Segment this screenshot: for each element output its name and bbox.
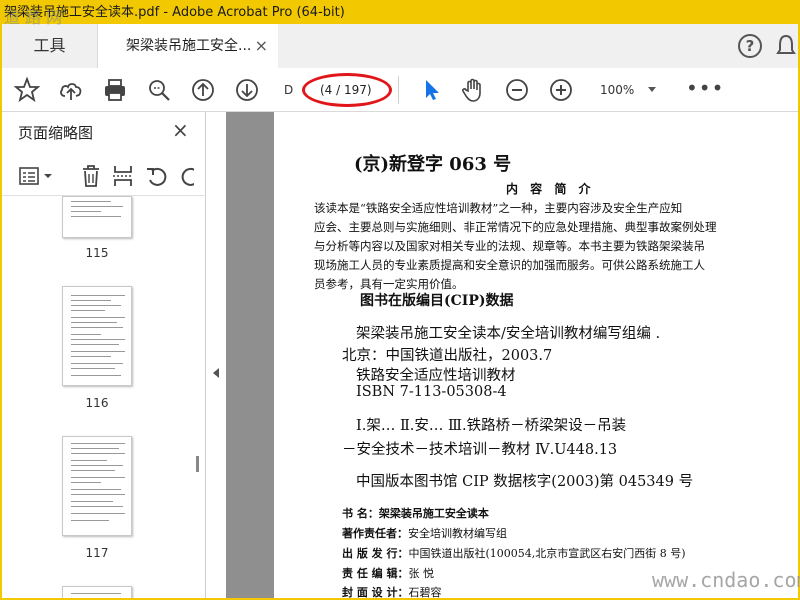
cip-line: 架梁装吊施工安全读本/安全培训教材编写组编 .	[356, 326, 661, 342]
more-tools-button[interactable]: •••	[686, 76, 724, 100]
doc-heading: (京)新登字 063 号	[354, 154, 512, 175]
insert-page-icon[interactable]	[110, 163, 136, 189]
cip-line: Ⅰ.架… Ⅱ.安… Ⅲ.铁路桥－桥梁架设－吊装	[356, 418, 627, 434]
summary-line: 现场施工人员的专业素质提高和安全意识的加强而服务。可供公路系统施工人	[314, 258, 705, 272]
acrobat-window: 架梁装吊施工安全读本.pdf - Adobe Acrobat Pro (64-b…	[0, 0, 800, 600]
cip-line: ISBN 7-113-05308-4	[356, 384, 507, 400]
cip-line: －安全技术－技术培训－教材 Ⅳ.U448.13	[342, 442, 618, 458]
page-thumbnail-118[interactable]	[62, 586, 132, 598]
thumbnail-label: 117	[85, 546, 109, 560]
cip-line: 铁路安全适应性培训教材	[356, 368, 516, 384]
cip-title: 图书在版编目(CIP)数据	[360, 293, 514, 309]
document-viewer[interactable]: (京)新登字 063 号 内 容 简 介 该读本是“铁路安全适应性培训教材”之一…	[226, 112, 798, 599]
watermark-bottom: www.cndao.com	[652, 568, 800, 592]
close-tab-icon[interactable]: ×	[255, 24, 268, 68]
redo-icon[interactable]	[178, 163, 194, 189]
title-bar: 架梁装吊施工安全读本.pdf - Adobe Acrobat Pro (64-b…	[2, 2, 798, 24]
tab-row: 工具 架梁装吊施工安全... × ?	[2, 24, 798, 69]
red-highlight-ellipse	[302, 73, 392, 107]
thumbnail-options-icon[interactable]	[18, 163, 56, 189]
thumbnail-panel: 页面缩略图 × 115 116 117	[2, 112, 206, 598]
panel-toolbar	[2, 156, 206, 196]
cloud-upload-icon[interactable]	[58, 77, 84, 103]
pdf-page: (京)新登字 063 号 内 容 简 介 该读本是“铁路安全适应性培训教材”之一…	[274, 112, 798, 599]
page-thumbnail-115[interactable]	[62, 196, 132, 238]
tab-document[interactable]: 架梁装吊施工安全... ×	[98, 24, 278, 69]
cursor-arrow-icon[interactable]	[418, 77, 444, 103]
zoom-level-select[interactable]: 100%	[600, 79, 634, 101]
main-toolbar: D (4 / 197) 100% •••	[2, 68, 798, 112]
zoom-in-icon[interactable]	[548, 77, 574, 103]
thumbnail-scrollbar[interactable]	[192, 196, 204, 598]
doc-subheading: 内 容 简 介	[506, 182, 595, 196]
meta-row: 书 名：架梁装吊施工安全读本	[342, 507, 489, 520]
cip-line: 中国版本图书馆 CIP 数据核字(2003)第 045349 号	[356, 474, 694, 490]
thumbnail-list: 115 116 117	[2, 196, 192, 598]
page-number-input[interactable]: D	[284, 79, 304, 101]
thumbnail-label: 115	[85, 246, 109, 260]
toolbar-divider	[398, 76, 399, 104]
page-thumbnail-117[interactable]	[62, 436, 132, 536]
help-icon[interactable]: ?	[738, 34, 762, 58]
hand-icon[interactable]	[460, 77, 486, 103]
tab-tools[interactable]: 工具	[2, 24, 98, 68]
tab-row-empty	[278, 24, 798, 68]
bell-icon[interactable]	[776, 34, 796, 58]
panel-title: 页面缩略图	[18, 124, 94, 142]
meta-row: 著作责任者：安全培训教材编写组	[342, 527, 507, 540]
chevron-left-icon[interactable]	[213, 368, 219, 378]
zoom-out-icon[interactable]	[504, 77, 530, 103]
arrow-up-circle-icon[interactable]	[190, 77, 216, 103]
meta-row: 出 版 发 行：中国铁道出版社(100054,北京市宣武区右安门西街 8 号)	[342, 547, 686, 560]
star-icon[interactable]	[13, 76, 41, 103]
summary-line: 与分析等内容以及国家对相关专业的法规、规章等。本书主要为铁路架梁装吊	[314, 239, 705, 253]
tab-document-label: 架梁装吊施工安全...	[126, 38, 252, 54]
meta-row: 责 任 编 辑：张 悦	[342, 567, 434, 580]
page-thumbnail-116[interactable]	[62, 286, 132, 386]
cip-line: 北京：中国铁道出版社，2003.7	[342, 348, 553, 364]
summary-line: 该读本是“铁路安全适应性培训教材”之一种，主要内容涉及安全生产应知	[314, 201, 683, 215]
panel-collapse-handle[interactable]	[206, 112, 226, 598]
trash-icon[interactable]	[78, 163, 104, 189]
scroll-thumb[interactable]	[196, 456, 199, 472]
close-panel-icon[interactable]: ×	[172, 118, 189, 142]
summary-line: 应会、主要总则与实施细则、非正常情况下的应急处理措施、典型事故案例处理	[314, 220, 717, 234]
undo-icon[interactable]	[144, 163, 170, 189]
arrow-down-circle-icon[interactable]	[234, 77, 260, 103]
thumbnail-label: 116	[85, 396, 109, 410]
zoom-search-icon[interactable]	[146, 77, 172, 103]
chevron-down-icon[interactable]	[648, 87, 656, 92]
watermark-top: 道 路 网	[4, 8, 63, 27]
print-icon[interactable]	[102, 77, 128, 103]
meta-row: 封 面 设 计：石碧容	[342, 586, 442, 599]
